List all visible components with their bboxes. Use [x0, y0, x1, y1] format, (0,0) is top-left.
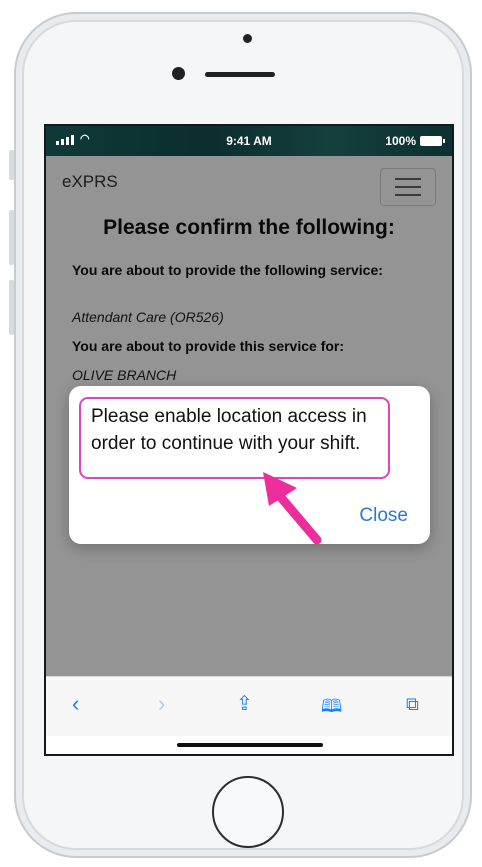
proximity-sensor — [243, 34, 252, 43]
battery-percent: 100% — [385, 134, 416, 148]
back-icon[interactable]: ‹ — [72, 691, 79, 717]
location-alert-dialog: Please enable location access in order t… — [69, 386, 430, 544]
share-icon[interactable]: ⇪ — [236, 691, 253, 716]
close-button[interactable]: Close — [359, 505, 408, 527]
bookmarks-icon[interactable]: 🕮 — [321, 694, 342, 724]
battery-indicator: 100% — [385, 134, 445, 148]
tabs-icon[interactable]: ⧉ — [406, 694, 419, 715]
forward-icon[interactable]: › — [158, 691, 165, 717]
home-button[interactable] — [212, 776, 284, 848]
home-indicator — [177, 743, 323, 747]
pointer-arrow-icon — [263, 472, 322, 545]
battery-icon — [420, 136, 445, 146]
front-camera — [172, 67, 185, 80]
earpiece-speaker — [205, 72, 275, 77]
browser-toolbar: ‹ › ⇪ 🕮 ⧉ — [46, 676, 452, 736]
alert-message: Please enable location access in order t… — [79, 397, 390, 479]
volume-down-button — [9, 280, 14, 335]
volume-up-button — [9, 210, 14, 265]
side-button — [9, 150, 14, 180]
status-bar: ◠ 9:41 AM 100% — [46, 126, 452, 156]
